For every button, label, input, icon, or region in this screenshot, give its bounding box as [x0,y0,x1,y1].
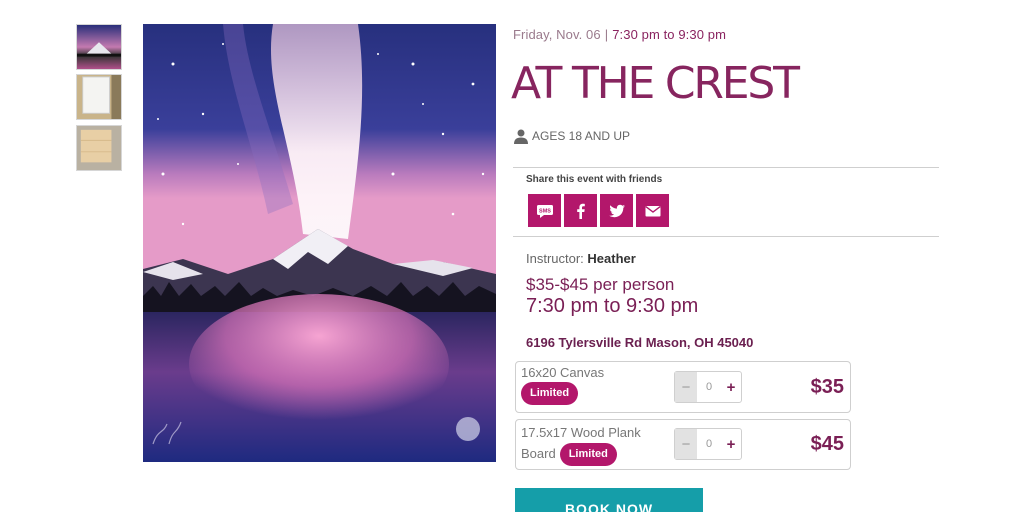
main-painting-image [143,24,496,462]
thumbnail-galaxy-painting[interactable] [76,24,122,70]
option-price: $35 [810,376,844,398]
event-time-range: 7:30 pm to 9:30 pm [612,27,727,42]
increment-button[interactable]: + [721,372,741,402]
event-time: 7:30 pm to 9:30 pm [526,295,699,317]
event-datetime: Friday, Nov. 06 | 7:30 pm to 9:30 pm [513,27,726,42]
thumbnail-blank-canvas[interactable] [76,74,122,120]
canvas-thumbnail-image [77,75,121,119]
email-icon [644,205,661,216]
quantity-input[interactable] [697,429,721,459]
divider [513,167,939,168]
option-name-line2: Board [521,445,556,461]
increment-button[interactable]: + [721,429,741,459]
quantity-stepper: − + [674,428,742,460]
option-name: 16x20 Canvas [521,365,605,380]
share-label: Share this event with friends [526,174,663,185]
twitter-icon [608,204,625,217]
share-email-button[interactable] [636,194,669,227]
thumbnail-wood-plank[interactable] [76,125,122,171]
event-date: Friday, Nov. 06 [513,27,601,42]
share-sms-button[interactable]: SMS [528,194,561,227]
option-card: 17.5x17 Wood Plank BoardLimited − + $45 [515,419,851,470]
instructor-line: Instructor: Heather [526,251,636,266]
share-facebook-button[interactable] [564,194,597,227]
facebook-icon [576,203,585,219]
price-per-person: $35-$45 per person [526,275,675,294]
instructor-label: Instructor: [526,251,584,266]
share-twitter-button[interactable] [600,194,633,227]
instructor-name: Heather [587,251,636,266]
age-restriction: AGES 18 AND UP [513,128,630,144]
sms-icon: SMS [536,204,553,218]
option-card: 16x20 Canvas Limited − + $35 [515,361,851,413]
wood-plank-thumbnail-image [77,126,121,170]
sms-icon-text: SMS [539,208,551,214]
datetime-separator: | [604,27,609,42]
ages-label: AGES 18 AND UP [532,129,631,143]
quantity-stepper: − + [674,371,742,403]
galaxy-thumbnail-image [77,25,121,69]
decrement-button[interactable]: − [675,429,697,459]
divider [513,236,939,237]
option-name: 17.5x17 Wood Plank Board Limited [521,423,641,466]
limited-badge: Limited [521,382,579,405]
option-price: $45 [810,433,844,455]
event-address: 6196 Tylersville Rd Mason, OH 45040 [526,335,754,350]
option-name-line1: 17.5x17 Wood Plank [521,425,641,440]
limited-badge: Limited [559,443,617,466]
decrement-button[interactable]: − [675,372,697,402]
book-now-button[interactable]: BOOK NOW [515,488,703,512]
person-icon [514,129,528,144]
event-title: AT THE CREST [511,58,800,109]
quantity-input[interactable] [697,372,721,402]
